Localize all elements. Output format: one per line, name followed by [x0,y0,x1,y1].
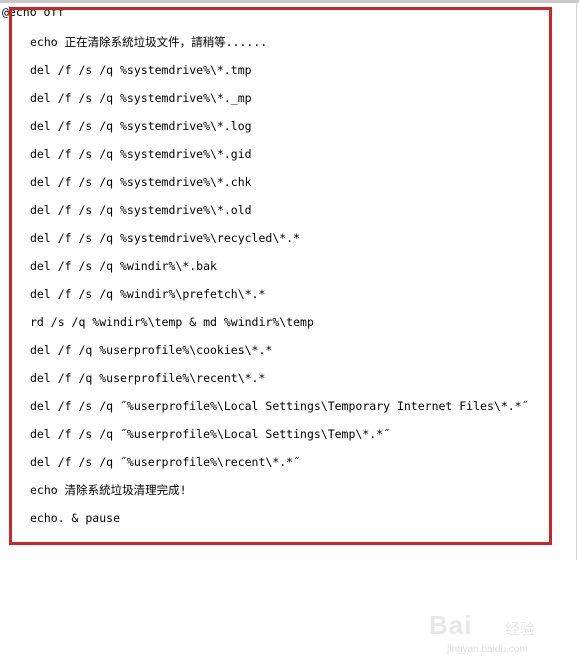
code-line: del /f /s /q %windir%\prefetch\*.* [30,287,266,301]
code-line: del /f /s /q %systemdrive%\*.old [30,203,252,217]
code-line: rd /s /q %windir%\temp & md %windir%\tem… [30,315,314,329]
page-right-edge [576,0,577,560]
code-line: del /f /s /q %windir%\*.bak [30,259,217,273]
code-line: del /f /s /q %systemdrive%\*._mp [30,91,252,105]
watermark-cn: 经验 [505,620,536,638]
code-line: del /f /s /q %systemdrive%\*.chk [30,175,252,189]
code-line: del /f /q %userprofile%\cookies\*.* [30,343,273,357]
code-line: del /f /s /q %systemdrive%\*.tmp [30,63,252,77]
code-line: del /f /s /q ˝%userprofile%\Local Settin… [30,399,529,413]
code-line: echo 清除系統垃圾清理完成! [30,483,187,497]
code-line: del /f /s /q %systemdrive%\*.log [30,119,252,133]
code-line: del /f /s /q %systemdrive%\*.gid [30,147,252,161]
document-page: @echo off echo 正在清除系統垃圾文件，請稍等...... del … [0,0,579,666]
baidu-watermark: Bai 经验 jingyan.baidu.com [429,606,549,658]
code-line: del /f /s /q ˝%userprofile%\Local Settin… [30,427,391,441]
code-line: del /f /q %userprofile%\recent\*.* [30,371,266,385]
code-line: echo 正在清除系統垃圾文件，請稍等...... [30,35,268,49]
watermark-brand: Bai [429,610,473,640]
code-line: echo. & pause [30,511,121,525]
watermark-url: jingyan.baidu.com [447,644,528,655]
code-block: echo 正在清除系統垃圾文件，請稍等...... del /f /s /q %… [30,33,529,537]
code-line: del /f /s /q %systemdrive%\recycled\*.* [30,231,301,245]
window-top-edge [0,0,579,3]
code-line: del /f /s /q ˝%userprofile%\recent\*.*˝ [30,455,301,469]
